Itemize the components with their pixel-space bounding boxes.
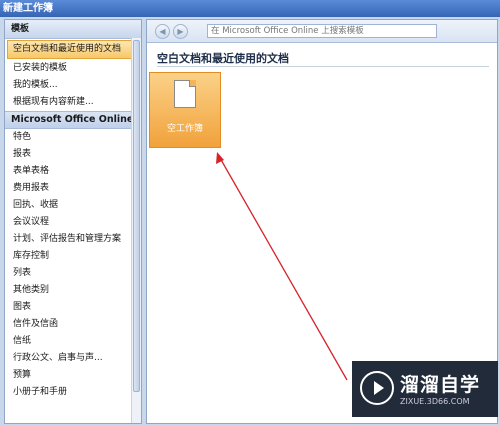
window-title: 新建工作簿 xyxy=(0,0,500,17)
play-logo-icon xyxy=(360,371,394,405)
template-search-input[interactable] xyxy=(207,24,437,38)
watermark-subtitle: ZIXUE.3D66.COM xyxy=(400,397,470,406)
sidebar-item-online[interactable]: 信件及信函 xyxy=(5,316,141,333)
sidebar-item-online[interactable]: 图表 xyxy=(5,299,141,316)
sidebar-item-my-templates[interactable]: 我的模板... xyxy=(5,77,141,94)
sidebar-heading: 模板 xyxy=(5,20,141,39)
sidebar-item-installed[interactable]: 已安装的模板 xyxy=(5,60,141,77)
template-sidebar: 模板 空白文档和最近使用的文档 已安装的模板 我的模板... 根据现有内容新建.… xyxy=(4,19,142,424)
sidebar-scrollbar[interactable] xyxy=(131,38,141,423)
sidebar-item-online[interactable]: 表单表格 xyxy=(5,163,141,180)
blank-workbook-tile[interactable]: 空工作簿 xyxy=(149,72,221,148)
sidebar-item-online[interactable]: 列表 xyxy=(5,265,141,282)
forward-arrow-icon[interactable]: ▶ xyxy=(173,24,188,39)
sidebar-item-online[interactable]: 行政公文、启事与声... xyxy=(5,350,141,367)
toolbar: ◀ ▶ xyxy=(147,20,497,43)
sidebar-item-online[interactable]: 库存控制 xyxy=(5,248,141,265)
sidebar-item-online[interactable]: 其他类别 xyxy=(5,282,141,299)
sidebar-item-online[interactable]: 回执、收据 xyxy=(5,197,141,214)
sidebar-item-online[interactable]: 特色 xyxy=(5,129,141,146)
sidebar-item-blank-and-recent[interactable]: 空白文档和最近使用的文档 xyxy=(7,40,139,59)
back-arrow-icon[interactable]: ◀ xyxy=(155,24,170,39)
section-title: 空白文档和最近使用的文档 xyxy=(157,52,289,65)
sidebar-item-online[interactable]: 会议议程 xyxy=(5,214,141,231)
blank-document-icon xyxy=(174,80,196,108)
watermark: 溜溜自学 ZIXUE.3D66.COM xyxy=(352,361,498,417)
section-divider xyxy=(157,66,489,67)
sidebar-item-online[interactable]: 小册子和手册 xyxy=(5,384,141,401)
tile-label: 空工作簿 xyxy=(166,124,203,134)
scrollbar-thumb[interactable] xyxy=(133,40,140,392)
sidebar-item-from-existing[interactable]: 根据现有内容新建... xyxy=(5,94,141,111)
watermark-title: 溜溜自学 xyxy=(400,374,481,396)
sidebar-item-online[interactable]: 计划、评估报告和管理方案 xyxy=(5,231,141,248)
sidebar-section-online: Microsoft Office Online xyxy=(5,111,141,129)
sidebar-item-online[interactable]: 信纸 xyxy=(5,333,141,350)
sidebar-item-online[interactable]: 费用报表 xyxy=(5,180,141,197)
sidebar-item-online[interactable]: 预算 xyxy=(5,367,141,384)
sidebar-item-online[interactable]: 报表 xyxy=(5,146,141,163)
